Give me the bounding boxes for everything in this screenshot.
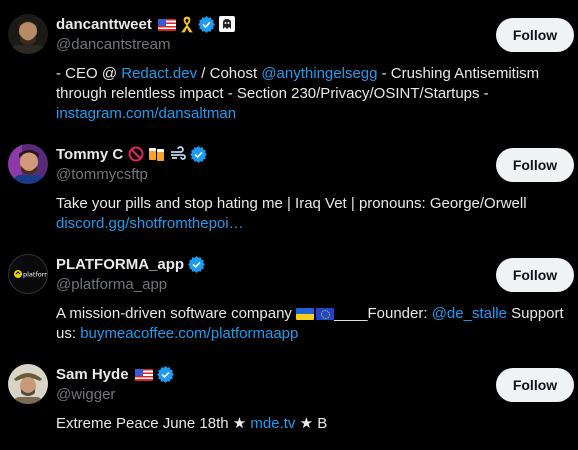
user-bio: Take your pills and stop hating me | Ira… bbox=[56, 194, 576, 234]
follow-button[interactable]: Follow bbox=[496, 18, 574, 52]
bio-text: Take your pills and stop hating me | Ira… bbox=[56, 195, 527, 212]
eu-flag-icon bbox=[316, 308, 335, 321]
follow-button[interactable]: Follow bbox=[496, 258, 574, 292]
follow-button[interactable]: Follow bbox=[496, 368, 574, 402]
user-cell[interactable]: platforma PLATFORMA_app @platforma_app A… bbox=[0, 232, 578, 342]
user-handle[interactable]: @dancantstream bbox=[56, 35, 570, 55]
follow-button[interactable]: Follow bbox=[496, 148, 574, 182]
bio-text: - CEO @ bbox=[56, 65, 122, 82]
prohibited-icon bbox=[128, 146, 144, 162]
bearded-ghost-icon bbox=[218, 16, 235, 32]
verified-badge-icon bbox=[190, 145, 208, 163]
user-bio: A mission-driven software company ____Fo… bbox=[56, 304, 576, 344]
bio-link[interactable]: discord.gg/shotfromthepoi… bbox=[56, 215, 244, 232]
ukraine-flag-icon bbox=[296, 308, 315, 321]
who-to-follow-list: dancanttweet @dancantstream - CEO @ Reda… bbox=[0, 0, 578, 450]
bio-text: A mission-driven software company bbox=[56, 305, 297, 322]
bio-text: / Cohost bbox=[197, 65, 262, 82]
us-flag-icon bbox=[157, 16, 176, 32]
bio-mention-link[interactable]: @de_stalle bbox=[432, 305, 507, 322]
bio-text: ★ B bbox=[295, 415, 328, 432]
display-name[interactable]: dancanttweet bbox=[56, 16, 152, 33]
platforma-logo-text: platforma bbox=[23, 271, 47, 279]
verified-badge-icon bbox=[188, 255, 205, 273]
user-bio: - CEO @ Redact.dev / Cohost @anythingels… bbox=[56, 64, 576, 124]
display-name[interactable]: PLATFORMA_app bbox=[56, 256, 184, 273]
user-cell[interactable]: Sam Hyde @wigger Extreme Peace June 18th… bbox=[0, 342, 578, 450]
bio-text: ____Founder: bbox=[334, 305, 432, 322]
user-cell[interactable]: dancanttweet @dancantstream - CEO @ Reda… bbox=[0, 0, 578, 122]
bio-link[interactable]: mde.tv bbox=[250, 415, 295, 432]
beer-mugs-icon bbox=[148, 146, 166, 162]
user-handle[interactable]: @tommycsftp bbox=[56, 165, 570, 185]
avatar[interactable] bbox=[8, 364, 48, 404]
bio-link[interactable]: Redact.dev bbox=[121, 65, 197, 82]
wind-icon bbox=[170, 146, 187, 162]
us-flag-icon bbox=[134, 366, 153, 382]
user-cell[interactable]: Tommy C @tommycsftp Take your pills and … bbox=[0, 122, 578, 232]
bio-mention-link[interactable]: @anythingelsegg bbox=[261, 65, 377, 82]
avatar[interactable] bbox=[8, 144, 48, 184]
bio-text: Extreme Peace June 18th ★ bbox=[56, 415, 251, 432]
avatar[interactable] bbox=[8, 14, 48, 54]
display-name[interactable]: Tommy C bbox=[56, 146, 123, 163]
display-name[interactable]: Sam Hyde bbox=[56, 366, 129, 383]
avatar[interactable]: platforma bbox=[8, 254, 48, 294]
bio-link[interactable]: buymeacoffee.com/platformaapp bbox=[80, 325, 298, 342]
yellow-ribbon-icon bbox=[180, 16, 194, 33]
user-handle[interactable]: @wigger bbox=[56, 385, 570, 405]
user-bio: Extreme Peace June 18th ★ mde.tv ★ B bbox=[56, 414, 576, 434]
user-handle[interactable]: @platforma_app bbox=[56, 275, 570, 295]
verified-badge-icon bbox=[156, 365, 174, 383]
bio-link[interactable]: instagram.com/dansaltman bbox=[56, 105, 236, 122]
verified-badge-icon bbox=[197, 15, 215, 33]
